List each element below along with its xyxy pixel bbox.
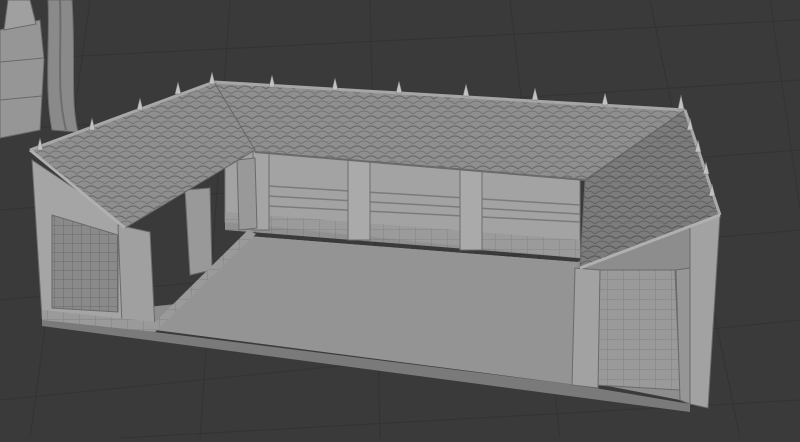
viewport-canvas xyxy=(0,0,800,439)
3d-viewport[interactable] xyxy=(0,0,800,439)
tree-trunk xyxy=(47,0,79,133)
background-shrine xyxy=(0,0,45,139)
